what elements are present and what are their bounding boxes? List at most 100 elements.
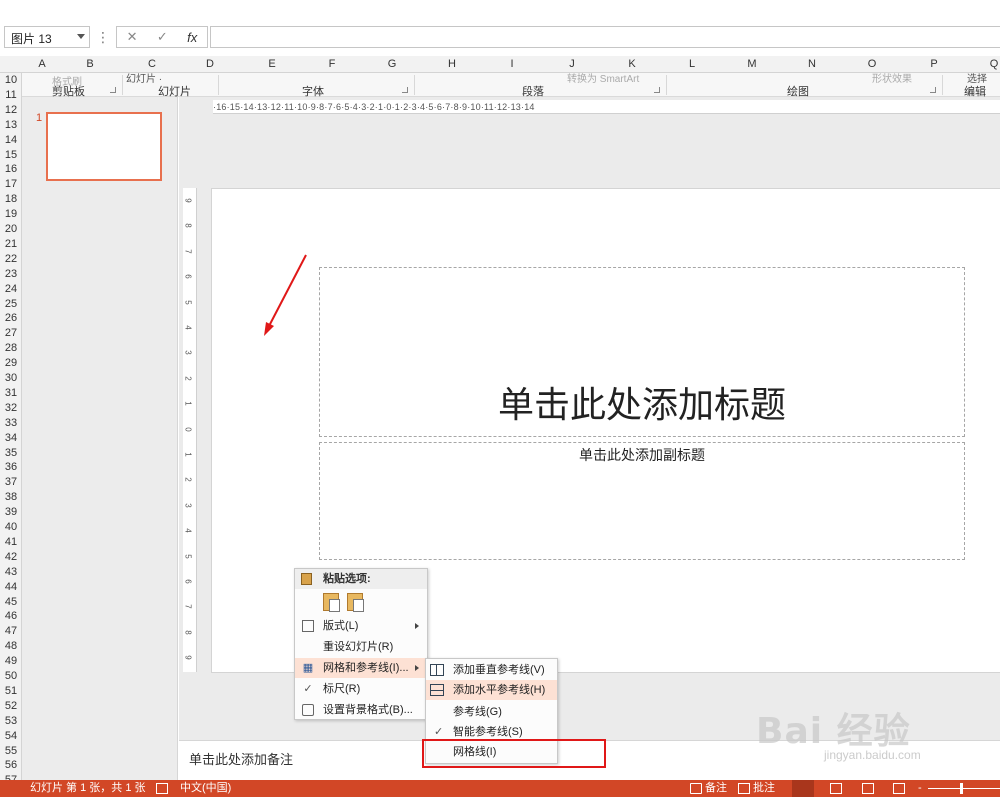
row-header-cell[interactable]: 29	[0, 356, 22, 371]
row-header-cell[interactable]: 33	[0, 416, 22, 431]
column-header-cell[interactable]: I	[504, 56, 520, 73]
row-header-cell[interactable]: 45	[0, 595, 22, 610]
row-header-cell[interactable]: 12	[0, 103, 22, 118]
subtitle-placeholder[interactable]: 单击此处添加副标题	[319, 442, 965, 560]
slide-thumbnail[interactable]	[46, 112, 162, 181]
row-header-cell[interactable]: 23	[0, 267, 22, 282]
row-header-cell[interactable]: 42	[0, 550, 22, 565]
row-header-cell[interactable]: 36	[0, 460, 22, 475]
menu-item-reset-slide[interactable]: 重设幻灯片(R)	[295, 637, 427, 657]
row-header-cell[interactable]: 51	[0, 684, 22, 699]
row-header-cell[interactable]: 17	[0, 177, 22, 192]
notes-icon[interactable]	[690, 783, 702, 794]
formula-input[interactable]	[210, 26, 1000, 48]
comments-icon[interactable]	[738, 783, 750, 794]
submenu-item-guides[interactable]: 参考线(G)	[426, 702, 557, 722]
row-header-cell[interactable]: 19	[0, 207, 22, 222]
row-header-cell[interactable]: 25	[0, 297, 22, 312]
name-box[interactable]: 图片 13	[4, 26, 90, 48]
column-header-cell[interactable]: B	[82, 56, 98, 73]
row-header-cell[interactable]: 14	[0, 133, 22, 148]
menu-item-format-background[interactable]: 设置背景格式(B)...	[295, 700, 427, 720]
row-header-cell[interactable]: 52	[0, 699, 22, 714]
launcher-icon[interactable]	[402, 87, 408, 93]
row-header-cell[interactable]: 18	[0, 192, 22, 207]
menu-item-layout[interactable]: 版式(L)	[295, 616, 427, 636]
row-header-cell[interactable]: 37	[0, 475, 22, 490]
paste-keep-source-icon[interactable]	[323, 593, 340, 612]
column-header-cell[interactable]: P	[926, 56, 942, 73]
row-header-cell[interactable]: 44	[0, 580, 22, 595]
row-header-cell[interactable]: 16	[0, 162, 22, 177]
more-icon[interactable]: ⋮	[96, 28, 110, 46]
submenu-item-add-horizontal-guide[interactable]: 添加水平参考线(H)	[426, 680, 557, 700]
row-header-cell[interactable]: 54	[0, 729, 22, 744]
spellcheck-icon[interactable]	[156, 783, 168, 794]
row-header-cell[interactable]: 41	[0, 535, 22, 550]
launcher-icon[interactable]	[110, 87, 116, 93]
enter-icon[interactable]: ✓	[157, 29, 168, 45]
zoom-slider-handle[interactable]	[960, 783, 963, 794]
row-header-cell[interactable]: 21	[0, 237, 22, 252]
title-placeholder[interactable]: 单击此处添加标题	[319, 267, 965, 437]
row-header-cell[interactable]: 50	[0, 669, 22, 684]
column-header-cell[interactable]: N	[804, 56, 820, 73]
row-header-cell[interactable]: 11	[0, 88, 22, 103]
row-header-cell[interactable]: 55	[0, 744, 22, 759]
row-header-cell[interactable]: 56	[0, 758, 22, 773]
row-header-cell[interactable]: 38	[0, 490, 22, 505]
notes-button[interactable]: 备注	[705, 780, 727, 797]
row-header-cell[interactable]: 46	[0, 609, 22, 624]
row-header-cell[interactable]: 31	[0, 386, 22, 401]
column-header-cell[interactable]: A	[34, 56, 50, 73]
row-header-cell[interactable]: 20	[0, 222, 22, 237]
chevron-down-icon[interactable]	[77, 34, 85, 39]
column-header-cell[interactable]: F	[324, 56, 340, 73]
row-header-cell[interactable]: 32	[0, 401, 22, 416]
row-header-cell[interactable]: 27	[0, 326, 22, 341]
row-header-cell[interactable]: 28	[0, 341, 22, 356]
row-header-cell[interactable]: 13	[0, 118, 22, 133]
column-header-cell[interactable]: M	[744, 56, 760, 73]
row-header-cell[interactable]: 30	[0, 371, 22, 386]
column-header-cell[interactable]: E	[264, 56, 280, 73]
row-header-cell[interactable]: 40	[0, 520, 22, 535]
menu-item-ruler[interactable]: ✓ 标尺(R)	[295, 679, 427, 699]
row-header-cell[interactable]: 53	[0, 714, 22, 729]
row-header-cell[interactable]: 10	[0, 73, 22, 88]
column-header-cell[interactable]: Q	[986, 56, 1000, 73]
menu-item-grid-guides[interactable]: ▦ 网格和参考线(I)...	[295, 658, 427, 678]
row-header-cell[interactable]: 35	[0, 446, 22, 461]
status-bar: 幻灯片 第 1 张，共 1 张 中文(中国) 备注 批注 -	[0, 780, 1000, 797]
column-header-cell[interactable]: H	[444, 56, 460, 73]
row-header-cell[interactable]: 49	[0, 654, 22, 669]
normal-view-icon[interactable]	[792, 780, 814, 797]
submenu-item-add-vertical-guide[interactable]: 添加垂直参考线(V)	[426, 660, 557, 680]
row-header-cell[interactable]: 26	[0, 311, 22, 326]
reading-view-icon[interactable]	[862, 783, 874, 794]
row-header-cell[interactable]: 47	[0, 624, 22, 639]
column-header-cell[interactable]: D	[202, 56, 218, 73]
launcher-icon[interactable]	[654, 87, 660, 93]
cancel-icon[interactable]: ✕	[127, 29, 138, 45]
comments-button[interactable]: 批注	[753, 780, 775, 797]
column-header-cell[interactable]: G	[384, 56, 400, 73]
paste-options-label: 粘贴选项:	[323, 573, 371, 585]
layout-icon	[302, 620, 314, 632]
launcher-icon[interactable]	[930, 87, 936, 93]
slideshow-icon[interactable]	[893, 783, 905, 794]
paste-picture-icon[interactable]	[347, 593, 364, 612]
zoom-out-icon[interactable]: -	[918, 780, 922, 797]
language-indicator[interactable]: 中文(中国)	[180, 780, 231, 797]
slide-sorter-icon[interactable]	[830, 783, 842, 794]
row-header-cell[interactable]: 34	[0, 431, 22, 446]
row-header-cell[interactable]: 15	[0, 148, 22, 163]
row-header-cell[interactable]: 43	[0, 565, 22, 580]
row-header-cell[interactable]: 48	[0, 639, 22, 654]
row-header-cell[interactable]: 39	[0, 505, 22, 520]
row-header-cell[interactable]: 22	[0, 252, 22, 267]
zoom-slider[interactable]	[928, 788, 1000, 789]
column-header-cell[interactable]: L	[684, 56, 700, 73]
row-header-cell[interactable]: 24	[0, 282, 22, 297]
insert-function-icon[interactable]: fx	[187, 30, 197, 45]
